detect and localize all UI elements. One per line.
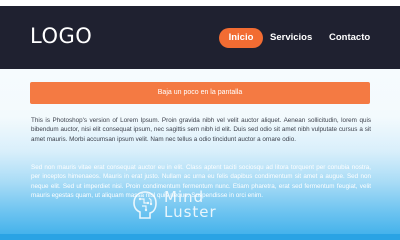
nav-item-contacto[interactable]: Contacto: [329, 28, 370, 48]
body-paragraph-1: This is Photoshop's version of Lorem Ips…: [31, 117, 371, 143]
logo[interactable]: LOGO: [30, 24, 92, 48]
navbar: LOGO Inicio Servicios Contacto: [0, 6, 400, 69]
nav-item-inicio[interactable]: Inicio: [219, 28, 263, 48]
scroll-hint-banner[interactable]: Baja un poco en la pantalla: [30, 82, 370, 104]
watermark: Mind Luster: [132, 190, 217, 220]
brain-icon: [133, 191, 157, 219]
bottom-strip: [0, 234, 400, 240]
watermark-line-2: Luster: [164, 203, 217, 221]
nav-item-servicios[interactable]: Servicios: [270, 28, 312, 48]
